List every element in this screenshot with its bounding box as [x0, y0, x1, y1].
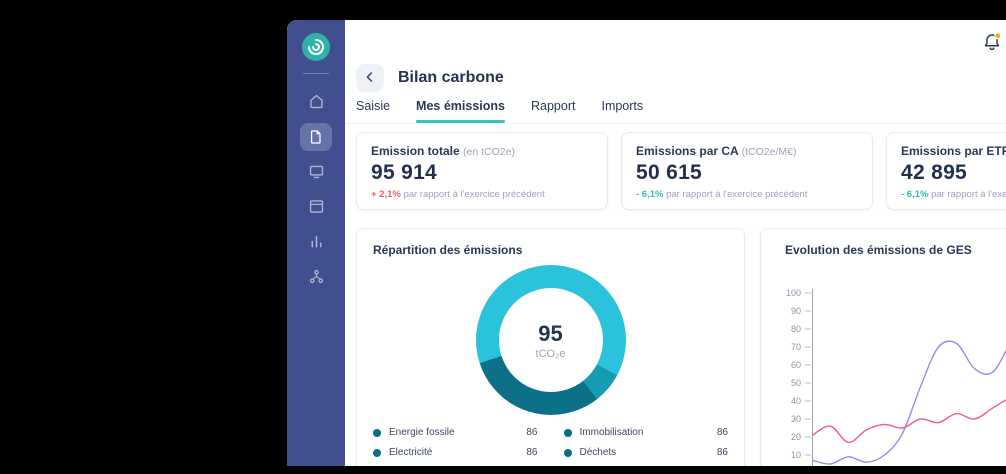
svg-text:40: 40	[791, 396, 801, 406]
sidebar-item-analytics[interactable]	[300, 228, 332, 256]
svg-text:90: 90	[791, 306, 801, 316]
page-header: Bilan carbone	[356, 64, 504, 92]
donut-center: 95 tCO₂e	[499, 288, 603, 392]
stat-card-emissions-ca: Emissions par CA (tCO2e/M€) 50 615 - 6,1…	[621, 132, 873, 210]
legend-value: 86	[526, 427, 537, 438]
svg-text:70: 70	[791, 342, 801, 352]
legend-label: Déchets	[580, 447, 617, 458]
brand-logo-icon[interactable]	[302, 33, 330, 61]
stat-card-emissions-etp: Emissions par ETP (tCO2e/ETP) 42 895 - 6…	[886, 132, 1006, 210]
legend-item-electricite: Electricité 86	[373, 447, 538, 458]
repartition-donut: 95 tCO₂e	[476, 265, 626, 415]
stat-title: Emissions par ETP	[901, 144, 1006, 158]
stat-card-emission-totale: Emission totale (en tCO2e) 95 914 + 2,1%…	[356, 132, 608, 210]
legend-value: 86	[717, 427, 728, 438]
stat-delta: - 6,1% par rapport à l'exercice précéden…	[901, 189, 1006, 200]
bar-chart-icon	[308, 233, 325, 250]
panel-evolution-ges: Evolution des émissions de GES 100 90 80 70…	[760, 228, 1006, 466]
panel-repartition-emissions: Répartition des émissions 95 tCO₂e Energ…	[356, 228, 745, 466]
charts-row: Répartition des émissions 95 tCO₂e Energ…	[356, 228, 1006, 466]
stat-title: Emissions par CA	[636, 144, 738, 158]
legend-dot-icon	[373, 429, 381, 437]
legend-label: Electricité	[389, 447, 432, 458]
legend-label: Immobilisation	[580, 427, 644, 438]
panel-title: Evolution des émissions de GES	[785, 243, 1006, 257]
legend-label: Energie fossile	[389, 427, 455, 438]
sidebar-item-organisation[interactable]	[300, 263, 332, 291]
notification-badge	[995, 33, 1001, 39]
svg-text:20: 20	[791, 432, 801, 442]
delta-caption: par rapport à l'exercice précédent	[931, 189, 1006, 200]
svg-text:10: 10	[791, 450, 801, 460]
chevron-left-icon	[363, 70, 377, 87]
bell-icon	[981, 41, 1003, 56]
notification-bell-button[interactable]	[980, 31, 1004, 55]
stat-unit: (en tCO2e)	[463, 146, 515, 158]
delta-caption: par rapport à l'exercice précédent	[403, 189, 544, 200]
evolution-line-chart: 100 90 80 70 60 50 40 30 20 10	[771, 281, 1006, 466]
back-button[interactable]	[356, 64, 384, 92]
sidebar-item-window[interactable]	[300, 193, 332, 221]
svg-text:80: 80	[791, 324, 801, 334]
home-icon	[308, 93, 325, 110]
stat-value: 50 615	[636, 161, 858, 185]
delta-value: - 6,1%	[636, 189, 663, 200]
tab-bar: Saisie Mes émissions Rapport Imports	[345, 98, 1006, 124]
legend-item-energie-fossile: Energie fossile 86	[373, 427, 538, 438]
document-icon	[308, 129, 324, 145]
tab-rapport[interactable]: Rapport	[531, 98, 575, 123]
legend-item-immobilisation: Immobilisation 86	[564, 427, 729, 438]
svg-text:50: 50	[791, 378, 801, 388]
stat-delta: - 6,1% par rapport à l'exercice précéden…	[636, 189, 858, 200]
panel-title: Répartition des émissions	[373, 243, 728, 257]
page-title: Bilan carbone	[398, 69, 504, 87]
legend-dot-icon	[564, 429, 572, 437]
sidebar	[287, 20, 345, 466]
legend-dot-icon	[564, 449, 572, 457]
main-content: Bilan carbone Saisie Mes émissions Rappo…	[345, 20, 1006, 466]
legend-dot-icon	[373, 449, 381, 457]
app-window: Bilan carbone Saisie Mes émissions Rappo…	[287, 20, 1006, 466]
svg-text:30: 30	[791, 414, 801, 424]
sidebar-item-monitor[interactable]	[300, 158, 332, 186]
stat-cards-row: Emission totale (en tCO2e) 95 914 + 2,1%…	[356, 132, 1006, 210]
stat-unit: (tCO2e/M€)	[742, 146, 797, 158]
tab-mes-emissions[interactable]: Mes émissions	[416, 98, 505, 123]
tab-saisie[interactable]: Saisie	[356, 98, 390, 123]
sidebar-divider	[303, 73, 329, 74]
delta-value: + 2,1%	[371, 189, 401, 200]
window-icon	[308, 198, 325, 215]
org-chart-icon	[308, 268, 325, 285]
donut-total-value: 95	[538, 321, 562, 347]
legend-value: 86	[717, 447, 728, 458]
legend-item-dechets: Déchets 86	[564, 447, 729, 458]
sidebar-item-documents[interactable]	[300, 123, 332, 151]
delta-value: - 6,1%	[901, 189, 928, 200]
stat-title: Emission totale	[371, 144, 460, 158]
tab-imports[interactable]: Imports	[601, 98, 643, 123]
svg-text:100: 100	[786, 288, 801, 298]
sidebar-item-home[interactable]	[300, 88, 332, 116]
stat-delta: + 2,1% par rapport à l'exercice précéden…	[371, 189, 593, 200]
donut-legend: Energie fossile 86 Immobilisation 86 Ele…	[373, 427, 728, 458]
legend-value: 86	[526, 447, 537, 458]
donut-total-unit: tCO₂e	[536, 348, 566, 360]
svg-text:60: 60	[791, 360, 801, 370]
stat-value: 42 895	[901, 161, 1006, 185]
monitor-icon	[308, 163, 325, 180]
stat-value: 95 914	[371, 161, 593, 185]
delta-caption: par rapport à l'exercice précédent	[666, 189, 807, 200]
